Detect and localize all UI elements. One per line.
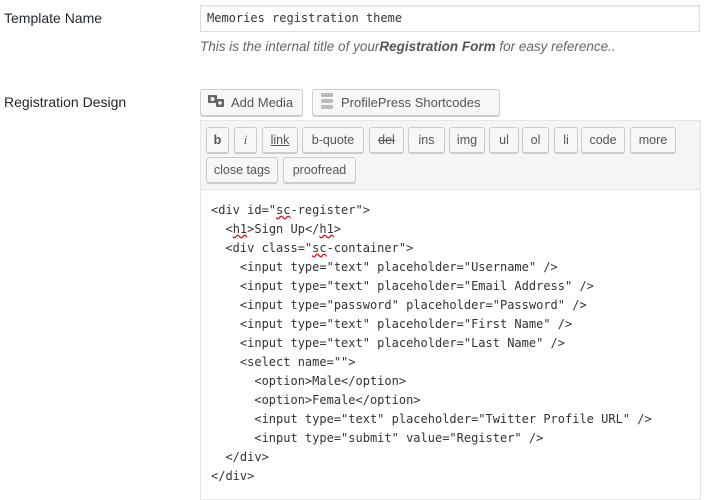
code-line: <div id="sc-register"> (211, 203, 370, 217)
profilepress-shortcodes-button[interactable]: ProfilePress Shortcodes (312, 89, 500, 116)
add-media-button[interactable]: Add Media (200, 89, 303, 116)
qt-code-button[interactable]: code (581, 127, 625, 153)
code-line: <select name=""> (211, 355, 356, 369)
qt-li-button[interactable]: li (554, 127, 578, 153)
code-line: </div> (211, 469, 255, 483)
template-name-label: Template Name (4, 10, 103, 26)
qt-del-button[interactable]: del (369, 127, 404, 153)
qt-ins-button[interactable]: ins (408, 127, 445, 153)
code-line: <option>Male</option> (211, 374, 407, 388)
qt-link-button[interactable]: link (262, 127, 298, 153)
code-line: <option>Female</option> (211, 393, 421, 407)
stack-icon (319, 92, 335, 113)
code-line: <input type="text" placeholder="Username… (211, 260, 558, 274)
code-line: <input type="text" placeholder="Twitter … (211, 412, 652, 426)
description-prefix: This is the internal title of your (200, 39, 380, 54)
qt-ul-button[interactable]: ul (489, 127, 519, 153)
qt-italic-button[interactable]: i (234, 127, 257, 153)
media-camera-icon (207, 93, 225, 112)
qt-bquote-button[interactable]: b-quote (302, 127, 364, 153)
code-line: <input type="submit" value="Register" /> (211, 431, 544, 445)
qt-close-tags-button[interactable]: close tags (206, 157, 278, 183)
code-line: <input type="text" placeholder="Email Ad… (211, 279, 594, 293)
template-name-description: This is the internal title of yourRegist… (200, 39, 616, 54)
code-line: <input type="password" placeholder="Pass… (211, 298, 587, 312)
code-textarea[interactable]: <div id="sc-register"> <h1>Sign Up</h1> … (211, 201, 652, 486)
quicktags-toolbar: b i link b-quote del ins img ul ol li co… (201, 121, 700, 190)
shortcodes-label: ProfilePress Shortcodes (341, 95, 481, 110)
registration-editor: b i link b-quote del ins img ul ol li co… (200, 120, 701, 500)
add-media-label: Add Media (231, 95, 294, 110)
qt-bold-button[interactable]: b (206, 127, 229, 153)
code-line: </div> (211, 450, 269, 464)
template-name-input[interactable]: Memories registration theme (200, 5, 700, 32)
code-line: <h1>Sign Up</h1> (211, 222, 342, 236)
qt-more-button[interactable]: more (630, 127, 676, 153)
description-suffix: for easy reference.. (495, 39, 616, 54)
description-bold: Registration Form (379, 39, 496, 54)
qt-ol-button[interactable]: ol (522, 127, 549, 153)
qt-proofread-button[interactable]: proofread (283, 157, 356, 183)
code-line: <input type="text" placeholder="First Na… (211, 317, 573, 331)
code-line: <input type="text" placeholder="Last Nam… (211, 336, 566, 350)
code-line: <div class="sc-container"> (211, 241, 414, 255)
qt-img-button[interactable]: img (449, 127, 485, 153)
registration-design-label: Registration Design (4, 94, 127, 110)
